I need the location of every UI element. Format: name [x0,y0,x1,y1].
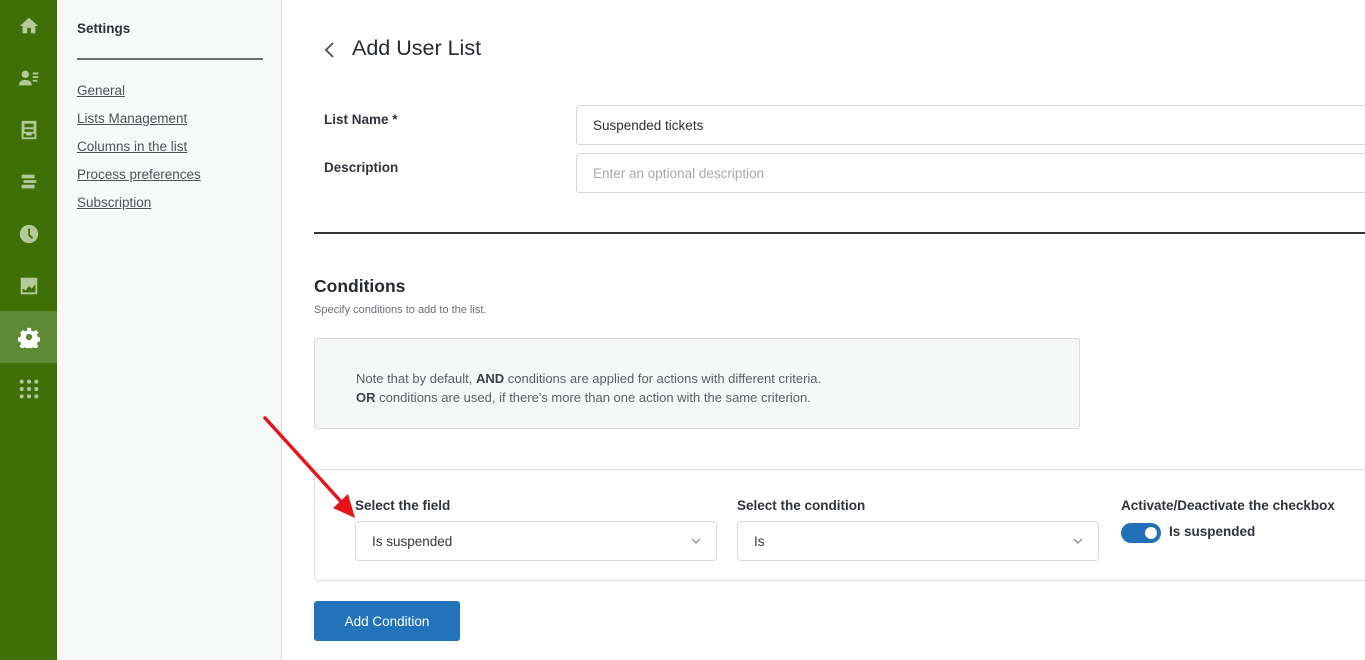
list-name-label: List Name * [324,112,398,127]
page-title: Add User List [352,36,482,60]
conditions-subtitle: Specify conditions to add to the list. [314,304,487,316]
rail-item-reports[interactable] [0,260,57,312]
rail-item-contacts[interactable] [0,52,57,104]
back-button[interactable] [320,38,340,62]
chevron-left-icon [324,42,334,58]
rail-item-history[interactable] [0,208,57,260]
description-input[interactable] [576,153,1365,193]
conditions-note: Note that by default, AND conditions are… [314,338,1080,429]
main-content: Add User List List Name * Description Co… [282,0,1365,660]
rail-item-apps[interactable] [0,363,57,415]
rail-item-lists[interactable] [0,156,57,208]
sidebar-divider [77,58,263,60]
rail-item-settings[interactable] [0,311,57,363]
checkbox-label: Activate/Deactivate the checkbox [1121,498,1335,513]
apps-grid-icon [19,379,38,399]
settings-sidebar: Settings General Lists Management Column… [57,0,282,660]
chevron-down-icon [1073,538,1083,544]
select-condition-label: Select the condition [737,498,866,513]
select-field-label: Select the field [355,498,451,513]
condition-select-value: Is [754,533,765,549]
sidebar-link-columns[interactable]: Columns in the list [77,138,201,166]
toggle-label: Is suspended [1169,524,1256,539]
sidebar-link-lists-management[interactable]: Lists Management [77,110,201,138]
contacts-icon [18,70,38,86]
home-icon [19,17,38,34]
app-rail [0,0,57,660]
chart-icon [20,277,37,295]
section-divider [314,232,1365,234]
field-select-value: Is suspended [372,533,453,549]
sidebar-link-general[interactable]: General [77,82,201,110]
inbox-icon [21,120,36,140]
condition-select[interactable]: Is [737,521,1099,561]
conditions-title: Conditions [314,276,406,296]
rail-item-inbox[interactable] [0,104,57,156]
description-label: Description [324,160,399,175]
sidebar-link-process-preferences[interactable]: Process preferences [77,166,201,194]
list-name-input[interactable] [576,105,1365,145]
rail-item-home[interactable] [0,0,57,52]
toggle-knob [1145,527,1157,539]
lists-icon [21,174,36,189]
note-line-and: Note that by default, AND conditions are… [356,371,822,386]
is-suspended-toggle[interactable] [1121,523,1161,543]
clock-icon [19,224,38,244]
chevron-down-icon [691,538,701,544]
sidebar-title: Settings [77,21,131,36]
sidebar-link-subscription[interactable]: Subscription [77,194,201,222]
field-select[interactable]: Is suspended [355,521,717,561]
add-condition-button[interactable]: Add Condition [314,601,460,641]
note-line-or: OR conditions are used, if there's more … [356,390,811,405]
gear-icon [17,327,40,348]
sidebar-links: General Lists Management Columns in the … [77,82,201,222]
condition-card: Select the field Is suspended Select the… [314,469,1365,581]
